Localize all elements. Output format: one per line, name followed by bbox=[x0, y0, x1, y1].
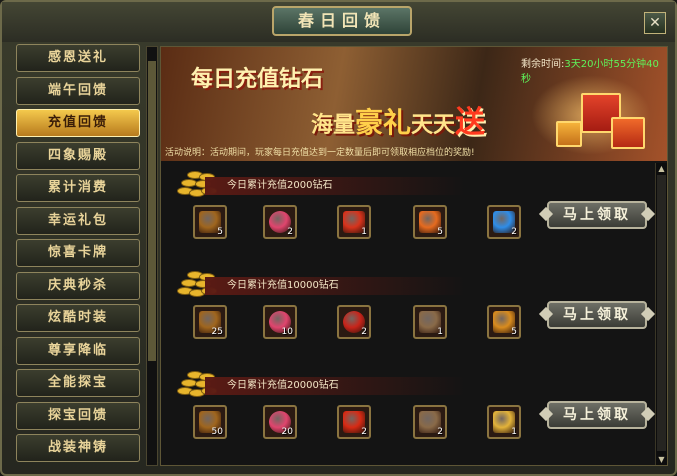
item-quantity: 50 bbox=[211, 427, 223, 437]
sidebar-item[interactable]: 炫酷时装 bbox=[16, 304, 140, 332]
reward-item-slot[interactable]: 2 bbox=[487, 205, 521, 239]
timer-label: 剩余时间: bbox=[521, 59, 565, 70]
item-quantity: 2 bbox=[287, 227, 293, 237]
gift-box-icon bbox=[611, 117, 645, 149]
sidebar-menu: 感恩送礼端午回馈充值回馈四象赐殿累计消费幸运礼包惊喜卡牌庆典秒杀炫酷时装尊享降临… bbox=[16, 44, 144, 466]
event-banner: 剩余时间:3天20小时55分钟40秒 每日充值钻石 海量豪礼天天送 活动说明：活… bbox=[161, 47, 667, 161]
reward-tier: 今日累计充值20000钻石 50 20 2 2 1 马上领取 bbox=[165, 367, 655, 463]
reward-item-slot[interactable]: 20 bbox=[263, 405, 297, 439]
item-quantity: 20 bbox=[281, 427, 293, 437]
sidebar-item[interactable]: 累计消费 bbox=[16, 174, 140, 202]
item-quantity: 1 bbox=[511, 427, 517, 437]
sidebar-item[interactable]: 充值回馈 bbox=[16, 109, 140, 137]
item-quantity: 5 bbox=[511, 327, 517, 337]
content-panel: 剩余时间:3天20小时55分钟40秒 每日充值钻石 海量豪礼天天送 活动说明：活… bbox=[160, 46, 668, 466]
sidebar-item[interactable]: 全能探宝 bbox=[16, 369, 140, 397]
sidebar-item[interactable]: 战装神铸 bbox=[16, 434, 140, 462]
reward-item-slot[interactable]: 25 bbox=[193, 305, 227, 339]
slogan-emphasis: 送 bbox=[455, 105, 486, 140]
item-quantity: 2 bbox=[361, 427, 367, 437]
sidebar-item[interactable]: 幸运礼包 bbox=[16, 206, 140, 235]
countdown-timer: 剩余时间:3天20小时55分钟40秒 bbox=[521, 55, 667, 85]
tier-requirement: 今日累计充值10000钻石 bbox=[205, 277, 465, 295]
item-quantity: 1 bbox=[361, 227, 367, 237]
reward-item-slot[interactable]: 5 bbox=[487, 305, 521, 339]
tier-requirement: 今日累计充值2000钻石 bbox=[205, 177, 465, 195]
reward-item-slot[interactable]: 1 bbox=[487, 405, 521, 439]
reward-list: 今日累计充值2000钻石 5 2 1 5 2 马上领取 今日累计充值10000钻石 25 10 2 1… bbox=[161, 163, 655, 465]
reward-item-slot[interactable]: 10 bbox=[263, 305, 297, 339]
item-quantity: 10 bbox=[281, 327, 293, 337]
sidebar-item[interactable]: 庆典秒杀 bbox=[16, 271, 140, 300]
slogan-part: 天天 bbox=[411, 112, 456, 138]
item-quantity: 2 bbox=[511, 227, 517, 237]
sidebar-item[interactable]: 尊享降临 bbox=[16, 336, 140, 365]
reward-item-slot[interactable]: 5 bbox=[413, 205, 447, 239]
reward-tier: 今日累计充值2000钻石 5 2 1 5 2 马上领取 bbox=[165, 167, 655, 263]
title-bar: 春日回馈 ✕ bbox=[2, 2, 675, 42]
banner-headline: 每日充值钻石 bbox=[191, 66, 324, 92]
sidebar-item[interactable]: 四象赐殿 bbox=[16, 141, 140, 170]
reward-item-slot[interactable]: 2 bbox=[337, 305, 371, 339]
reward-item-slot[interactable]: 1 bbox=[413, 305, 447, 339]
content-scrollbar[interactable]: ▲ ▼ bbox=[655, 163, 667, 465]
tier-requirement: 今日累计充值20000钻石 bbox=[205, 377, 465, 395]
claim-reward-button[interactable]: 马上领取 bbox=[547, 301, 647, 329]
content-scroll-thumb[interactable] bbox=[657, 175, 666, 451]
close-button[interactable]: ✕ bbox=[644, 12, 666, 34]
close-icon: ✕ bbox=[649, 15, 661, 31]
claim-reward-button[interactable]: 马上领取 bbox=[547, 201, 647, 229]
window-title: 春日回馈 bbox=[272, 6, 412, 36]
event-description: 活动说明：活动期间，玩家每日充值达到一定数量后即可领取相应档位的奖励! bbox=[165, 148, 475, 158]
reward-item-slot[interactable]: 50 bbox=[193, 405, 227, 439]
reward-item-slot[interactable]: 5 bbox=[193, 205, 227, 239]
reward-item-slot[interactable]: 2 bbox=[263, 205, 297, 239]
item-quantity: 5 bbox=[437, 227, 443, 237]
slogan-part: 海量 bbox=[311, 112, 356, 138]
item-quantity: 2 bbox=[361, 327, 367, 337]
reward-tier: 今日累计充值10000钻石 25 10 2 1 5 马上领取 bbox=[165, 267, 655, 363]
scroll-down-icon[interactable]: ▼ bbox=[657, 455, 666, 464]
claim-reward-button[interactable]: 马上领取 bbox=[547, 401, 647, 429]
sidebar-scroll-thumb[interactable] bbox=[148, 61, 156, 361]
event-window: 春日回馈 ✕ 感恩送礼端午回馈充值回馈四象赐殿累计消费幸运礼包惊喜卡牌庆典秒杀炫… bbox=[0, 0, 677, 476]
item-quantity: 2 bbox=[437, 427, 443, 437]
sidebar-item[interactable]: 感恩送礼 bbox=[16, 44, 140, 72]
scroll-up-icon[interactable]: ▲ bbox=[657, 164, 666, 173]
sidebar-item[interactable]: 探宝回馈 bbox=[16, 401, 140, 430]
gift-box-icon bbox=[556, 121, 582, 147]
banner-slogan: 海量豪礼天天送 bbox=[311, 97, 485, 141]
slogan-highlight: 豪礼 bbox=[355, 106, 412, 139]
sidebar-scrollbar[interactable] bbox=[146, 46, 158, 466]
reward-item-slot[interactable]: 2 bbox=[337, 405, 371, 439]
reward-item-slot[interactable]: 2 bbox=[413, 405, 447, 439]
sidebar-item[interactable]: 惊喜卡牌 bbox=[16, 239, 140, 267]
item-quantity: 5 bbox=[217, 227, 223, 237]
item-quantity: 25 bbox=[211, 327, 223, 337]
item-quantity: 1 bbox=[437, 327, 443, 337]
reward-item-slot[interactable]: 1 bbox=[337, 205, 371, 239]
sidebar-item[interactable]: 端午回馈 bbox=[16, 76, 140, 105]
